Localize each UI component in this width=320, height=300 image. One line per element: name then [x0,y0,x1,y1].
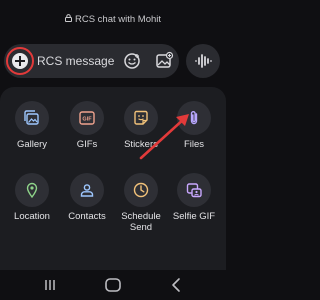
lock-icon [64,14,72,25]
attachment-label: Stickers [124,139,158,150]
attachment-schedule-send[interactable]: Schedule Send [113,173,169,233]
attachment-label: Gallery [16,139,48,150]
svg-text:GIF: GIF [82,117,92,123]
attachment-gallery[interactable]: Gallery [4,101,60,150]
paperclip-icon [177,101,211,135]
attachment-label: Selfie GIF [172,211,216,222]
home-icon [105,278,121,292]
attachment-contacts[interactable]: Contacts [59,173,115,222]
attachment-label: GIFs [76,139,98,150]
image-add-icon [156,51,174,68]
gif-icon: GIF [70,101,104,135]
add-attachment-button[interactable] [6,47,34,75]
home-button[interactable] [103,277,123,293]
attachment-label: Files [183,139,205,150]
voice-waveform-icon [195,54,212,68]
back-button[interactable] [167,277,187,293]
attachment-selfie-gif[interactable]: Selfie GIF [166,173,222,222]
selfie-gif-icon [177,173,211,207]
chat-header: RCS chat with Mohit [0,14,226,25]
message-input[interactable]: RCS message [37,54,114,68]
attachment-stickers[interactable]: Stickers [113,101,169,150]
attachment-gifs[interactable]: GIF GIFs [59,101,115,150]
emoji-icon [124,53,140,69]
attachment-label: Location [14,211,50,222]
voice-message-button[interactable] [186,44,220,78]
attachment-panel: Gallery GIF GIFs Stickers Files Location… [0,87,226,270]
recents-button[interactable] [40,277,60,293]
emoji-button[interactable] [123,52,141,70]
add-image-button[interactable] [154,51,174,71]
system-navigation-bar [0,270,226,300]
recents-icon [45,280,55,290]
contact-icon [70,173,104,207]
attachment-files[interactable]: Files [166,101,222,150]
attachment-location[interactable]: Location [4,173,60,222]
message-composer: RCS message [4,44,179,78]
clock-icon [124,173,158,207]
attachment-label: Schedule Send [121,211,161,233]
sticker-icon [124,101,158,135]
chat-title: RCS chat with Mohit [74,14,162,26]
plus-circle-icon [12,53,28,69]
back-icon [172,278,180,292]
location-pin-icon [15,173,49,207]
gallery-icon [15,101,49,135]
attachment-label: Contacts [68,211,106,222]
